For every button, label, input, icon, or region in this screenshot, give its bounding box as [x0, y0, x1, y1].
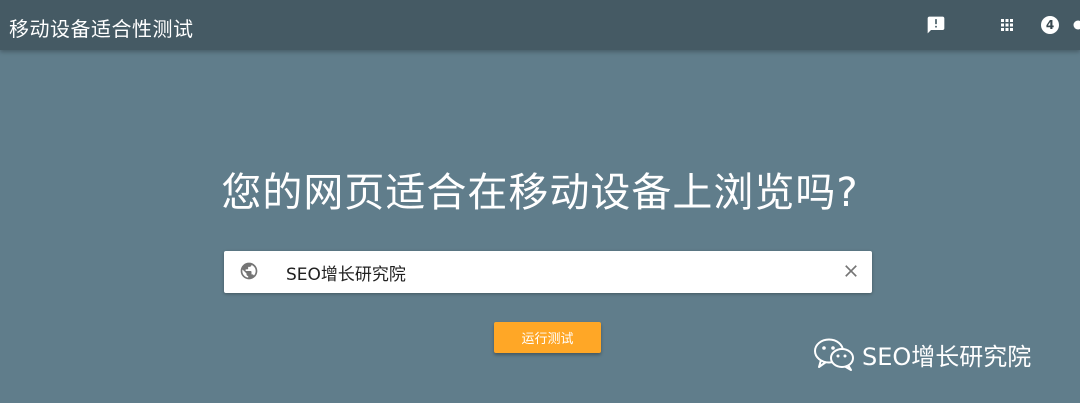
account-icon[interactable] [1072, 0, 1080, 50]
wechat-icon [814, 338, 854, 371]
app-title: 移动设备适合性测试 [9, 17, 194, 41]
run-test-button[interactable]: 运行测试 [494, 322, 601, 353]
notification-badge: 4 [1041, 16, 1059, 34]
url-input-container[interactable] [224, 251, 872, 293]
url-input[interactable] [286, 257, 826, 287]
app-root: 移动设备适合性测试 4 您的网页适合在移动设备上浏览吗? SEO增长研究院 运行… [0, 0, 1080, 403]
notification-button[interactable]: 4 [1039, 0, 1061, 50]
feedback-icon[interactable] [924, 0, 948, 50]
clear-icon[interactable] [841, 261, 861, 281]
watermark: SEO增长研究院 [812, 336, 1031, 372]
page-headline: 您的网页适合在移动设备上浏览吗? [221, 170, 859, 216]
apps-grid-icon[interactable] [995, 0, 1019, 50]
globe-icon [240, 262, 258, 280]
watermark-text: SEO增长研究院 [862, 342, 1032, 371]
top-app-bar: 移动设备适合性测试 4 [0, 0, 1080, 50]
